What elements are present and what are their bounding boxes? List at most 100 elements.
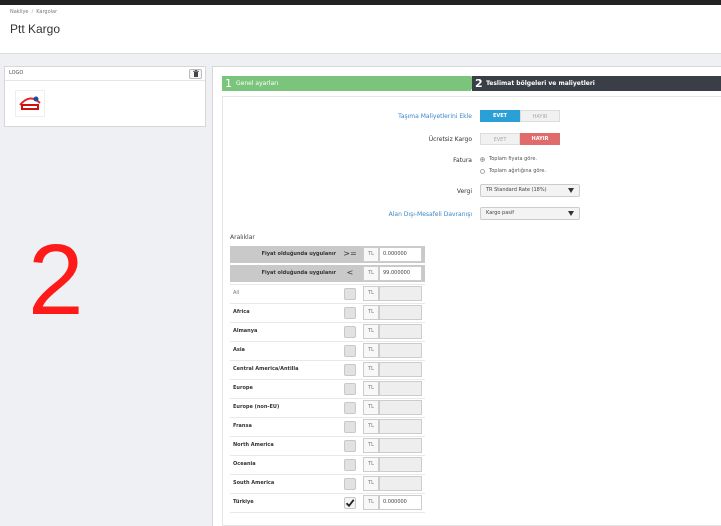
- free-shipping-toggle: EVET HAYIR: [480, 133, 560, 145]
- step-number: 2: [475, 77, 483, 90]
- range-min-input[interactable]: 0.000000: [379, 247, 422, 262]
- region-name: North America: [233, 442, 274, 448]
- region-price-input[interactable]: [379, 438, 422, 453]
- region-checkbox[interactable]: [344, 402, 356, 414]
- currency-addon: TL: [363, 324, 379, 339]
- handling-costs-toggle: EVET HAYIR: [480, 110, 560, 122]
- currency-addon: TL: [363, 247, 379, 262]
- ranges-title: Aralıklar: [230, 234, 255, 241]
- region-name: South America: [233, 480, 275, 486]
- region-name: Africa: [233, 309, 250, 315]
- region-name: Türkiye: [233, 499, 254, 505]
- breadcrumb-item-nakliye[interactable]: Nakliye: [10, 9, 29, 15]
- currency-addon: TL: [363, 457, 379, 472]
- carrier-logo-image: [15, 90, 45, 117]
- region-price-input[interactable]: [379, 286, 422, 301]
- billing-option-label: Toplam fiyata göre.: [489, 156, 537, 162]
- region-price-input[interactable]: [379, 400, 422, 415]
- region-checkbox[interactable]: [344, 440, 356, 452]
- region-price-input[interactable]: [379, 457, 422, 472]
- page-header: Nakliye / Kargolar Ptt Kargo: [0, 5, 721, 54]
- step-number: 1: [225, 77, 232, 90]
- free-shipping-label: Ücretsiz Kargo: [428, 136, 472, 143]
- region-price-input[interactable]: 0.000000: [379, 495, 422, 510]
- region-list-bottom-border: [230, 512, 425, 513]
- region-price-input[interactable]: [379, 419, 422, 434]
- currency-addon: TL: [363, 362, 379, 377]
- region-checkbox[interactable]: [344, 364, 356, 376]
- region-price-input[interactable]: [379, 324, 422, 339]
- radio-unselected-icon: [480, 168, 485, 174]
- currency-addon: TL: [363, 495, 379, 510]
- overlay-step-number: 2: [28, 224, 84, 336]
- condition-text: Fiyat olduğunda uygulanır: [261, 270, 336, 276]
- currency-addon: TL: [363, 400, 379, 415]
- currency-addon: TL: [363, 266, 379, 281]
- condition-text: Fiyat olduğunda uygulanır: [261, 251, 336, 257]
- radio-selected-icon: [480, 156, 485, 162]
- handling-costs-label: Taşıma Maliyetlerini Ekle: [398, 113, 472, 120]
- condition-operator: >=: [343, 249, 357, 258]
- currency-addon: TL: [363, 381, 379, 396]
- currency-addon: TL: [363, 343, 379, 358]
- tax-label: Vergi: [456, 188, 472, 195]
- caret-down-icon: [568, 188, 574, 193]
- page-title: Ptt Kargo: [10, 22, 61, 36]
- range-max-input[interactable]: 99.000000: [379, 266, 422, 281]
- region-checkbox[interactable]: [344, 288, 356, 300]
- region-checkbox[interactable]: [344, 497, 356, 509]
- step-general-settings[interactable]: 1 Genel ayarları: [222, 76, 478, 91]
- region-name: Fransa: [233, 423, 252, 429]
- breadcrumb-item-kargolar[interactable]: Kargolar: [36, 9, 57, 15]
- region-checkbox[interactable]: [344, 307, 356, 319]
- currency-addon: TL: [363, 419, 379, 434]
- region-price-input[interactable]: [379, 476, 422, 491]
- delete-logo-button[interactable]: [189, 69, 202, 79]
- currency-addon: TL: [363, 305, 379, 320]
- billing-label: Fatura: [453, 157, 472, 164]
- region-checkbox[interactable]: [344, 383, 356, 395]
- region-checkbox[interactable]: [344, 345, 356, 357]
- region-name: Oceania: [233, 461, 256, 467]
- logo-panel-label: LOGO: [9, 70, 24, 76]
- tax-select[interactable]: TR Standard Rate (18%): [480, 184, 580, 197]
- region-name: Asia: [233, 347, 245, 353]
- billing-option-label: Toplam ağırlığına göre.: [489, 168, 547, 174]
- region-name: Almanya: [233, 328, 258, 334]
- handling-yes-option[interactable]: EVET: [480, 110, 520, 122]
- out-of-range-select-value: Kargo pasif: [486, 210, 515, 216]
- trash-icon: [192, 70, 199, 77]
- billing-by-price-radio[interactable]: Toplam fiyata göre.: [480, 156, 537, 162]
- currency-addon: TL: [363, 476, 379, 491]
- currency-addon: TL: [363, 438, 379, 453]
- tax-select-value: TR Standard Rate (18%): [486, 187, 547, 193]
- step-label: Teslimat bölgeleri ve maliyetleri: [486, 80, 595, 87]
- region-checkbox[interactable]: [344, 459, 356, 471]
- handling-no-option[interactable]: HAYIR: [520, 110, 560, 122]
- region-checkbox[interactable]: [344, 478, 356, 490]
- region-price-input[interactable]: [379, 343, 422, 358]
- free-shipping-no-option[interactable]: HAYIR: [520, 133, 560, 145]
- free-shipping-yes-option[interactable]: EVET: [480, 133, 520, 145]
- checkmark-icon: [345, 499, 355, 508]
- region-price-input[interactable]: [379, 362, 422, 377]
- logo-panel: LOGO: [4, 66, 206, 127]
- step-label: Genel ayarları: [236, 80, 279, 87]
- region-name: Europe: [233, 385, 253, 391]
- billing-by-weight-radio[interactable]: Toplam ağırlığına göre.: [480, 168, 546, 174]
- breadcrumb: Nakliye / Kargolar: [10, 9, 58, 15]
- currency-addon: TL: [363, 286, 379, 301]
- out-of-range-label: Alan Dışı-Mesafeli Davranışı: [388, 211, 472, 218]
- out-of-range-select[interactable]: Kargo pasif: [480, 207, 580, 220]
- region-price-input[interactable]: [379, 381, 422, 396]
- region-name: Europe (non-EU): [233, 404, 280, 410]
- condition-operator: <: [346, 268, 354, 277]
- region-checkbox[interactable]: [344, 326, 356, 338]
- step-delivery-zones[interactable]: 2 Teslimat bölgeleri ve maliyetleri: [472, 76, 721, 91]
- region-price-input[interactable]: [379, 305, 422, 320]
- caret-down-icon: [568, 211, 574, 216]
- region-name: Central America/Antilla: [233, 366, 299, 372]
- logo-panel-header: LOGO: [5, 67, 205, 81]
- region-name: All: [233, 290, 240, 296]
- region-checkbox[interactable]: [344, 421, 356, 433]
